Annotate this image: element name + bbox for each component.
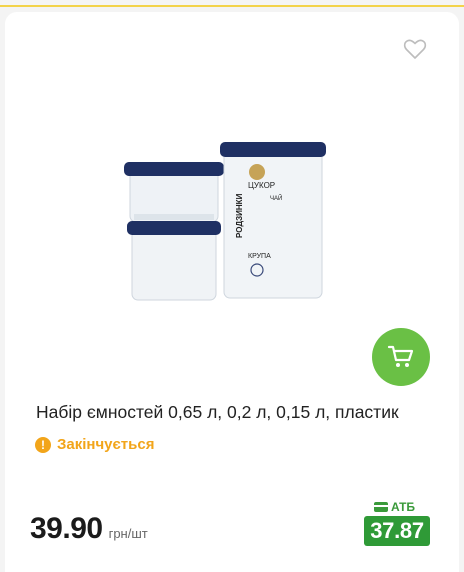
product-title[interactable]: Набір ємностей 0,65 л, 0,2 л, 0,15 л, пл…: [36, 402, 399, 423]
small-container-2: [127, 221, 221, 301]
price-unit: грн/шт: [108, 526, 148, 541]
label-tea: ЧАЙ: [270, 194, 282, 202]
tall-container: ЦУКОР ЧАЙ КРУПА РОДЗИНКИ: [220, 142, 326, 299]
card-icon: [374, 502, 388, 512]
top-border: [0, 0, 464, 7]
label-grain: КРУПА: [248, 253, 271, 260]
stock-status: ! Закінчується: [35, 436, 154, 453]
add-to-cart-button[interactable]: [372, 328, 430, 386]
product-image[interactable]: ЦУКОР ЧАЙ КРУПА РОДЗИНКИ: [120, 138, 330, 302]
warning-icon: !: [35, 436, 51, 453]
label-raisins: РОДЗИНКИ: [235, 193, 244, 238]
price-block: 39.90 грн/шт: [30, 512, 148, 546]
atb-label-text: АТБ: [391, 500, 416, 514]
heart-outline-icon: [403, 39, 427, 59]
status-text: Закінчується: [57, 436, 155, 453]
price-value: 39.90: [30, 512, 103, 545]
atb-card-label: АТБ: [374, 500, 415, 514]
shopping-cart-icon: [387, 345, 414, 367]
label-sugar: ЦУКОР: [248, 181, 275, 190]
atb-price-badge: 37.87: [364, 516, 430, 546]
small-container: [124, 162, 224, 223]
favorite-button[interactable]: [403, 38, 427, 60]
